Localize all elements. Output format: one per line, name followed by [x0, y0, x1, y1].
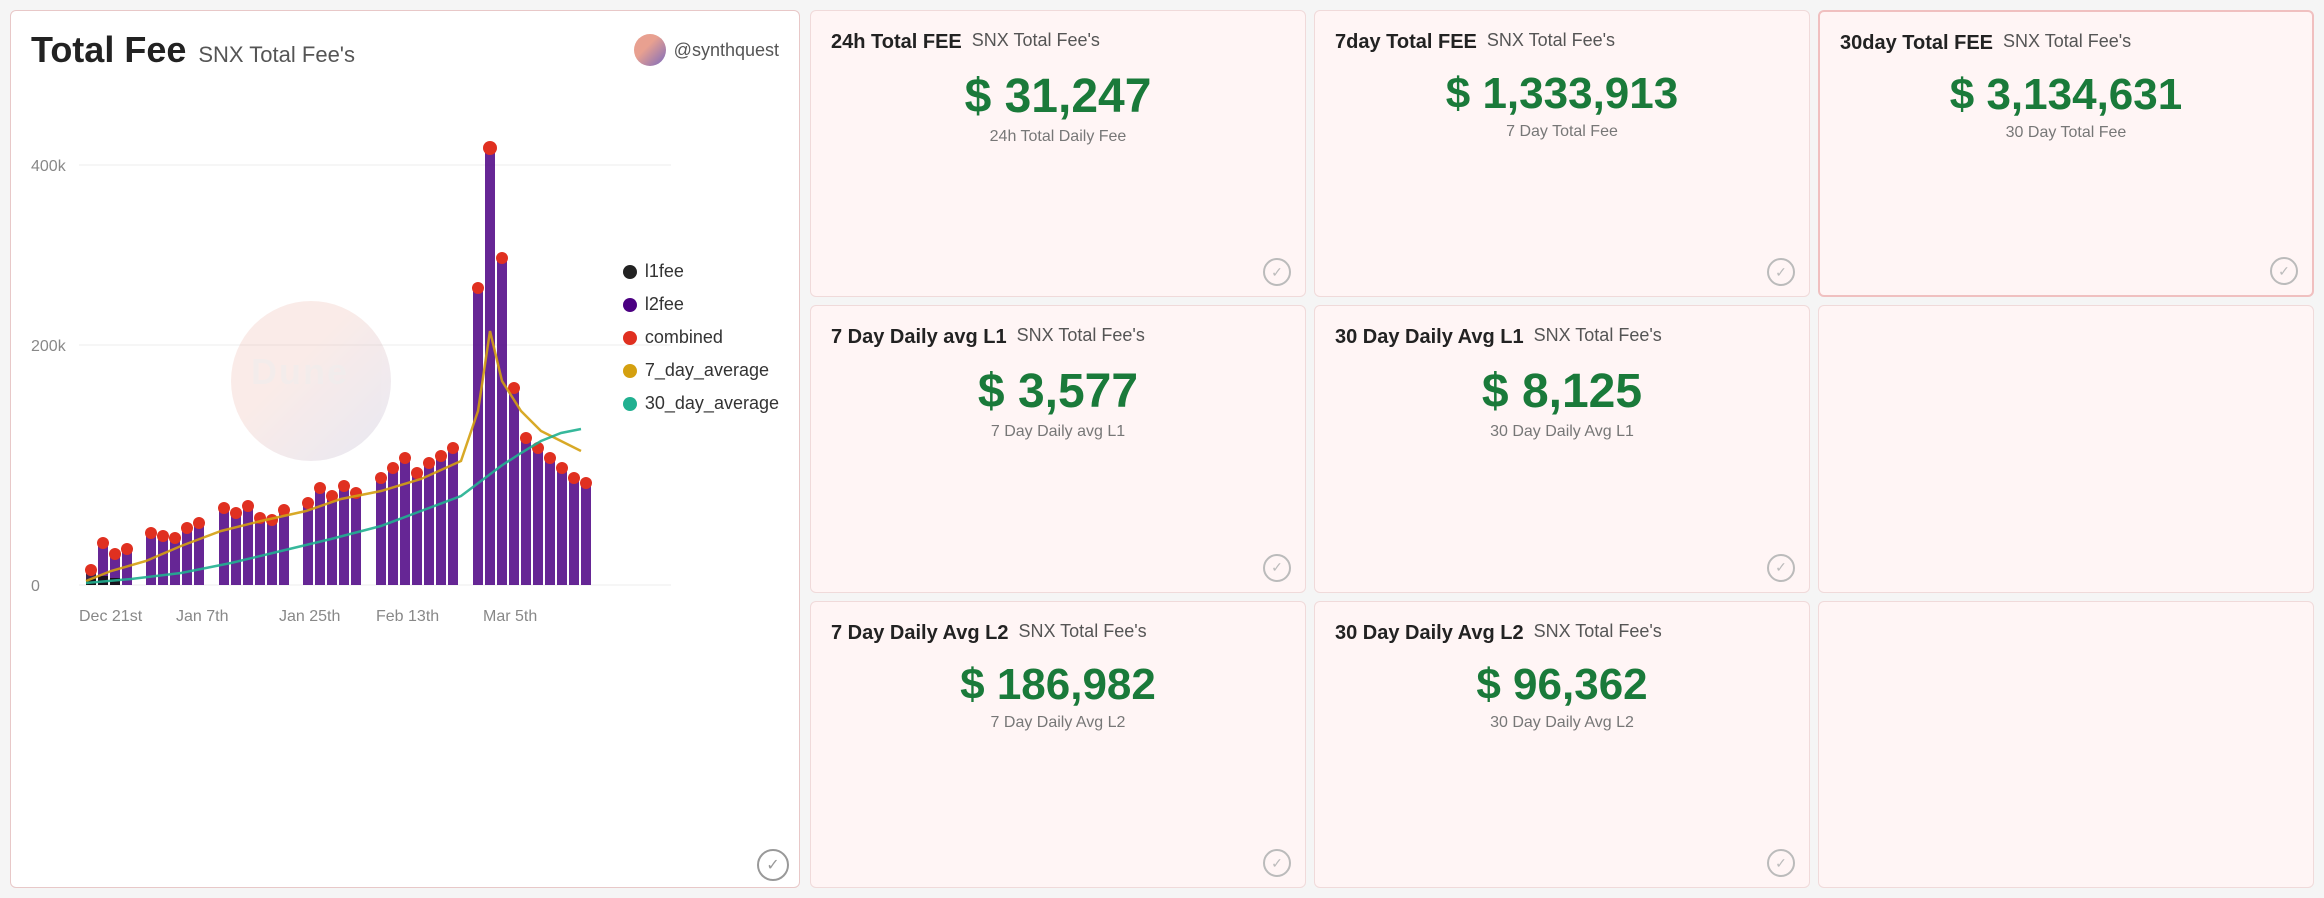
card-empty-2 [1818, 601, 2314, 888]
card-30day-avg-l2: 30 Day Daily Avg L2 SNX Total Fee's $ 96… [1314, 601, 1810, 888]
card-check-3[interactable]: ✓ [1263, 554, 1291, 582]
y-label-200k: 200k [31, 338, 67, 355]
x-label-mar5: Mar 5th [483, 608, 537, 625]
legend-dot-combined [623, 331, 637, 345]
card-title-main-3: 7 Day Daily avg L1 [831, 324, 1007, 350]
card-value-6: $ 186,982 [831, 660, 1285, 710]
card-title-row-7: 30 Day Daily Avg L2 SNX Total Fee's [1335, 620, 1789, 646]
chart-check-icon[interactable]: ✓ [757, 849, 789, 881]
card-7day-total-fee: 7day Total FEE SNX Total Fee's $ 1,333,9… [1314, 10, 1810, 297]
cards-panel: 24h Total FEE SNX Total Fee's $ 31,247 2… [810, 0, 2324, 898]
watermark-label: @synthquest [674, 40, 779, 61]
card-title-row-4: 30 Day Daily Avg L1 SNX Total Fee's [1335, 324, 1789, 350]
card-title-row-2: 30day Total FEE SNX Total Fee's [1840, 30, 2292, 56]
card-value-2: $ 3,134,631 [1840, 70, 2292, 120]
card-check-1[interactable]: ✓ [1767, 258, 1795, 286]
card-empty-1 [1818, 305, 2314, 592]
card-value-1: $ 1,333,913 [1335, 69, 1789, 119]
card-title-main-1: 7day Total FEE [1335, 29, 1477, 55]
y-label-400k: 400k [31, 158, 67, 175]
x-label-dec21: Dec 21st [79, 608, 143, 625]
card-value-3: $ 3,577 [831, 364, 1285, 419]
legend-label-30day: 30_day_average [645, 393, 779, 414]
card-title-row-1: 7day Total FEE SNX Total Fee's [1335, 29, 1789, 55]
card-title-sub-3: SNX Total Fee's [1017, 324, 1145, 347]
card-title-main-0: 24h Total FEE [831, 29, 962, 55]
x-label-jan7: Jan 7th [176, 608, 228, 625]
legend-label-l1fee: l1fee [645, 261, 684, 282]
card-title-main-7: 30 Day Daily Avg L2 [1335, 620, 1524, 646]
card-title-sub-1: SNX Total Fee's [1487, 29, 1615, 52]
chart-title-sub: SNX Total Fee's [198, 42, 355, 68]
legend-item-l2fee: l2fee [623, 294, 779, 315]
legend-label-l2fee: l2fee [645, 294, 684, 315]
legend-label-combined: combined [645, 327, 723, 348]
card-title-main-4: 30 Day Daily Avg L1 [1335, 324, 1524, 350]
y-label-0: 0 [31, 578, 40, 595]
legend-item-30day: 30_day_average [623, 393, 779, 414]
card-subtitle-3: 7 Day Daily avg L1 [831, 423, 1285, 441]
card-subtitle-6: 7 Day Daily Avg L2 [831, 714, 1285, 732]
chart-watermark-badge: @synthquest [634, 34, 779, 66]
legend-dot-30day [623, 397, 637, 411]
card-title-row-0: 24h Total FEE SNX Total Fee's [831, 29, 1285, 55]
card-check-2[interactable]: ✓ [2270, 257, 2298, 285]
card-check-4[interactable]: ✓ [1767, 554, 1795, 582]
card-title-row-6: 7 Day Daily Avg L2 SNX Total Fee's [831, 620, 1285, 646]
card-30day-total-fee: 30day Total FEE SNX Total Fee's $ 3,134,… [1818, 10, 2314, 297]
x-label-feb13: Feb 13th [376, 608, 439, 625]
card-7day-avg-l1: 7 Day Daily avg L1 SNX Total Fee's $ 3,5… [810, 305, 1306, 592]
card-subtitle-2: 30 Day Total Fee [1840, 124, 2292, 142]
legend-item-combined: combined [623, 327, 779, 348]
x-label-jan25: Jan 25th [279, 608, 340, 625]
legend-dot-7day [623, 364, 637, 378]
dune-icon [634, 34, 666, 66]
chart-title-group: Total Fee SNX Total Fee's [31, 29, 355, 71]
card-title-sub-2: SNX Total Fee's [2003, 30, 2131, 53]
card-value-7: $ 96,362 [1335, 660, 1789, 710]
card-check-0[interactable]: ✓ [1263, 258, 1291, 286]
chart-legend: l1fee l2fee combined 7_day_average 30_da… [623, 261, 779, 414]
card-title-sub-7: SNX Total Fee's [1534, 620, 1662, 643]
chart-panel: Total Fee SNX Total Fee's @synthquest Du… [10, 10, 800, 888]
chart-title-main: Total Fee [31, 29, 186, 71]
card-title-main-2: 30day Total FEE [1840, 30, 1993, 56]
card-subtitle-7: 30 Day Daily Avg L2 [1335, 714, 1789, 732]
card-title-sub-0: SNX Total Fee's [972, 29, 1100, 52]
legend-dot-l2fee [623, 298, 637, 312]
card-title-sub-6: SNX Total Fee's [1018, 620, 1146, 643]
card-24h-total-fee: 24h Total FEE SNX Total Fee's $ 31,247 2… [810, 10, 1306, 297]
card-subtitle-1: 7 Day Total Fee [1335, 123, 1789, 141]
card-check-7[interactable]: ✓ [1767, 849, 1795, 877]
card-title-main-6: 7 Day Daily Avg L2 [831, 620, 1008, 646]
chart-header: Total Fee SNX Total Fee's @synthquest [31, 29, 779, 71]
card-check-6[interactable]: ✓ [1263, 849, 1291, 877]
card-value-4: $ 8,125 [1335, 364, 1789, 419]
chart-area: Dune 400k 200k 0 [31, 81, 779, 781]
card-subtitle-0: 24h Total Daily Fee [831, 128, 1285, 146]
legend-item-l1fee: l1fee [623, 261, 779, 282]
card-title-row-3: 7 Day Daily avg L1 SNX Total Fee's [831, 324, 1285, 350]
card-title-sub-4: SNX Total Fee's [1534, 324, 1662, 347]
card-subtitle-4: 30 Day Daily Avg L1 [1335, 423, 1789, 441]
legend-dot-l1fee [623, 265, 637, 279]
chart-svg: 400k 200k 0 [31, 81, 711, 761]
card-30day-avg-l1: 30 Day Daily Avg L1 SNX Total Fee's $ 8,… [1314, 305, 1810, 592]
legend-item-7day: 7_day_average [623, 360, 779, 381]
card-value-0: $ 31,247 [831, 69, 1285, 124]
card-7day-avg-l2: 7 Day Daily Avg L2 SNX Total Fee's $ 186… [810, 601, 1306, 888]
legend-label-7day: 7_day_average [645, 360, 769, 381]
